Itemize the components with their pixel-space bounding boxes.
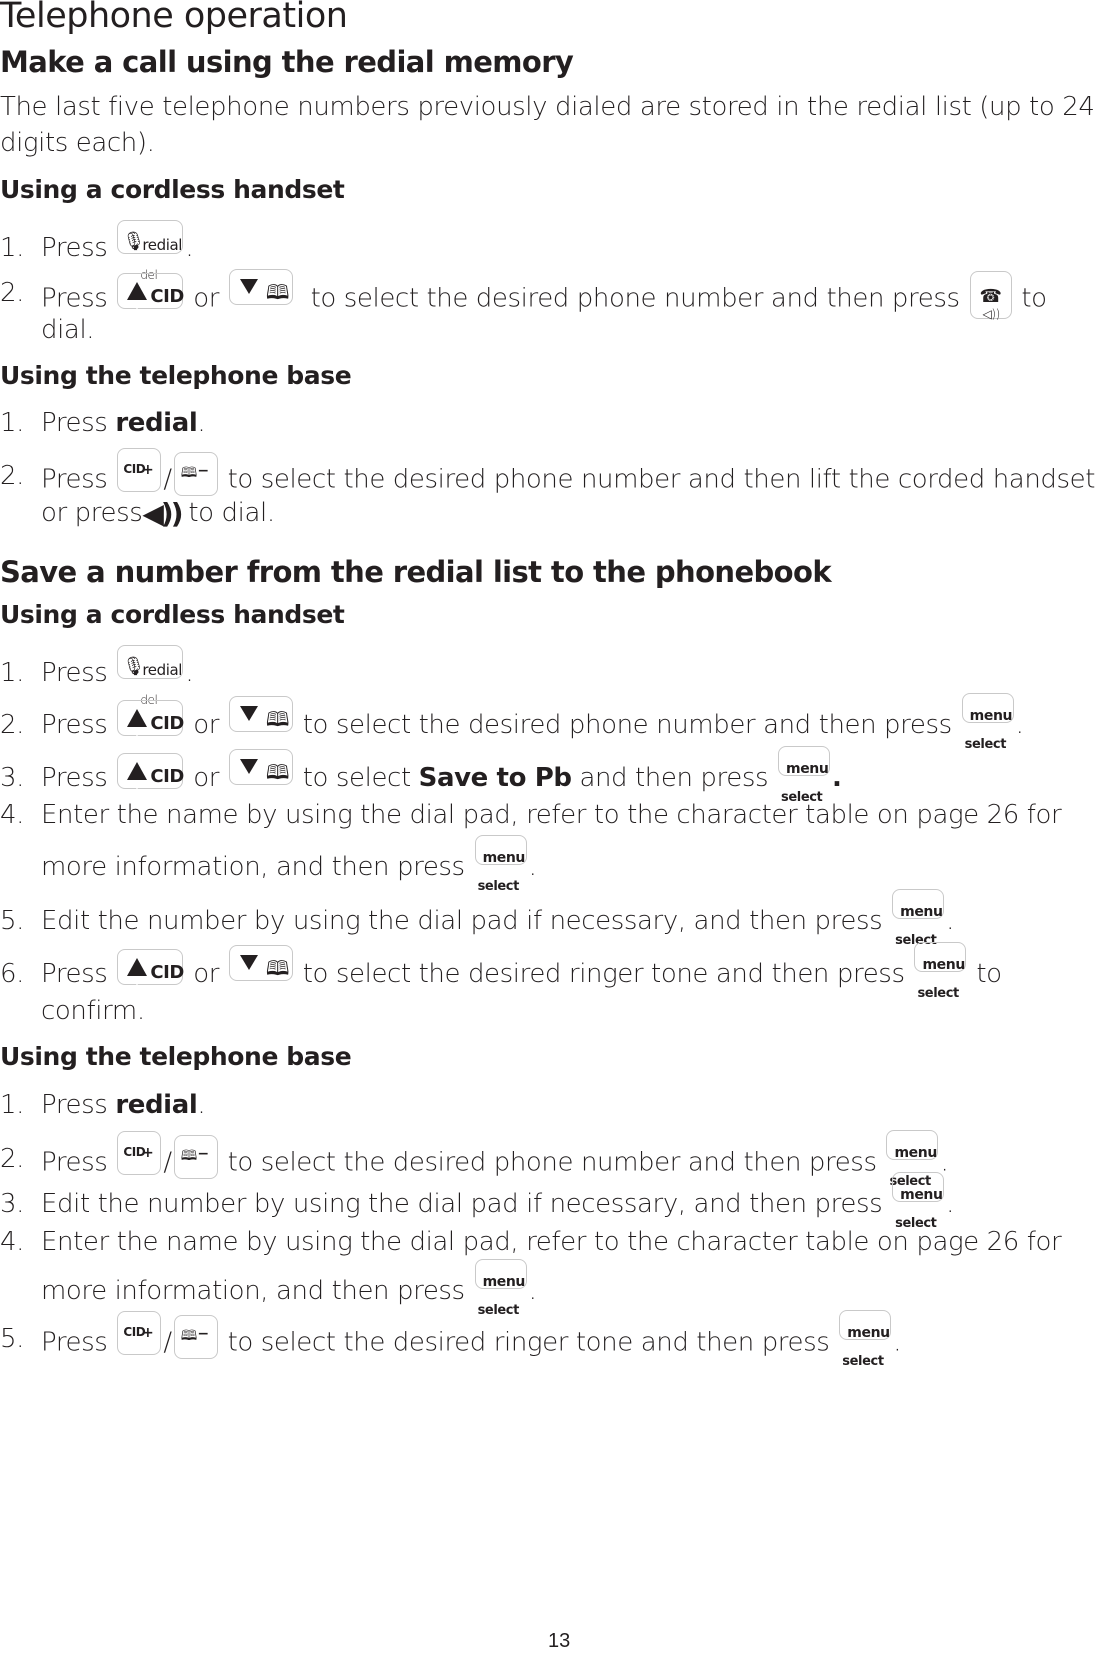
redial-key: 🎙 redial del: [117, 219, 184, 282]
speakerphone-icon: ◀)): [142, 497, 183, 530]
cid-up-key: + CID: [117, 948, 184, 989]
down-icon: [239, 954, 258, 970]
down-icon: [239, 758, 258, 774]
phonebook-icon: 🕮: [180, 1328, 198, 1344]
phonebook-down-key: 🕮: [228, 748, 293, 785]
down-icon: [239, 705, 258, 721]
section-heading-redial: Make a call using the redial memory: [0, 45, 574, 79]
menu-select-key: menu select: [914, 941, 967, 1001]
section-heading-save: Save a number from the redial list to th…: [0, 555, 832, 589]
menu-select-key: menu select: [839, 1310, 892, 1369]
intro-text-line1: The last five telephone numbers previous…: [0, 92, 1095, 122]
menu-select-key: menu select: [778, 745, 831, 805]
phonebook-icon: 🕮: [180, 465, 198, 481]
phonebook-icon: 🕮: [265, 280, 290, 304]
phonebook-icon: 🕮: [265, 955, 290, 980]
page-title: Telephone operation: [0, 0, 348, 36]
phonebook-down-key: 🕮: [228, 269, 293, 305]
base-cid-plus-key: CID +: [117, 1311, 162, 1355]
menu-select-key: menu select: [892, 1171, 945, 1231]
cid-up-key: + CID: [117, 273, 184, 313]
menu-select-key: menu select: [961, 692, 1014, 752]
base-cid-plus-key: CID +: [117, 1131, 162, 1175]
phonebook-down-key: 🕮: [228, 944, 293, 981]
phonebook-icon: 🕮: [265, 759, 290, 784]
down-icon: [239, 279, 258, 294]
cid-up-key: + CID: [117, 699, 184, 740]
base-minus-phonebook-key: − 🕮: [173, 452, 218, 496]
phonebook-icon: 🕮: [265, 706, 290, 731]
subheading-base: Using the telephone base: [0, 361, 352, 390]
phonebook-down-key: 🕮: [228, 695, 293, 732]
base-minus-phonebook-key: − 🕮: [173, 1135, 218, 1179]
subheading-handset: Using a cordless handset: [0, 600, 345, 629]
cid-up-key: + CID: [117, 752, 184, 793]
menu-select-key: menu select: [892, 888, 945, 948]
base-minus-phonebook-key: − 🕮: [173, 1315, 218, 1359]
intro-text-line2: digits each).: [0, 128, 155, 158]
redial-key: 🎙 redial del: [117, 644, 184, 707]
subheading-handset: Using a cordless handset: [0, 175, 345, 204]
menu-select-key: menu select: [474, 834, 527, 894]
speaker-key: ☎ ◁)): [969, 271, 1012, 321]
subheading-base: Using the telephone base: [0, 1042, 352, 1071]
speaker-icon: ◁)): [982, 307, 1001, 321]
menu-select-key: menu select: [886, 1130, 939, 1189]
phonebook-icon: 🕮: [180, 1148, 198, 1164]
base-cid-plus-key: CID +: [117, 448, 162, 492]
menu-select-key: menu select: [474, 1258, 527, 1318]
